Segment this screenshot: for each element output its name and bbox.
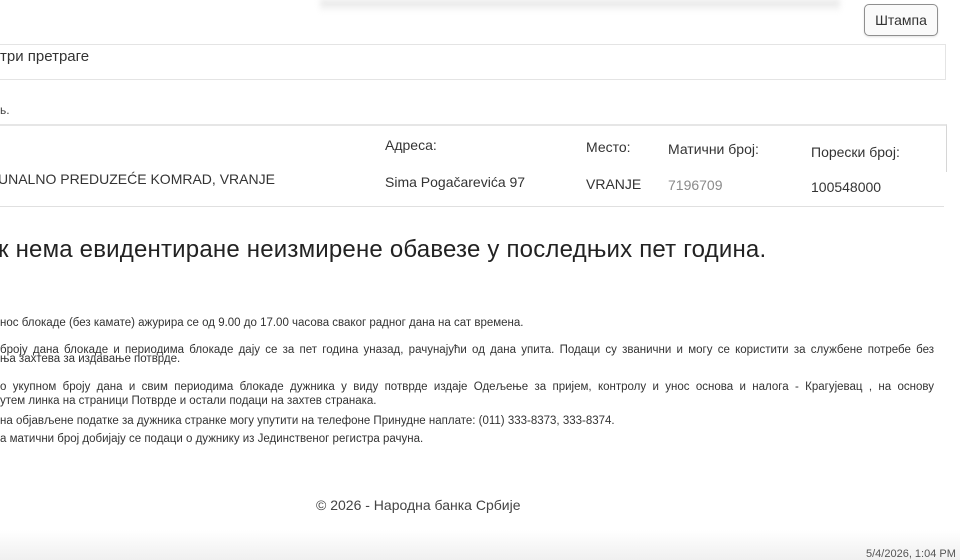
debtor-info-divider — [0, 206, 944, 207]
note-line: на објављене податке за дужника странке … — [0, 415, 615, 427]
debtor-name: UNALNO PREDUZEĆE KOMRAD, VRANJE — [0, 171, 275, 187]
note-line: а матични број добијају се подаци о дужн… — [0, 433, 424, 445]
note-line: ња захтева за издавање потврде. — [0, 353, 181, 365]
result-label: ь. — [0, 103, 10, 117]
note-line: нос блокаде (без камате) ажурира се од 9… — [0, 317, 524, 329]
tax-number-header: Порески број: — [811, 144, 900, 160]
search-params-bar[interactable] — [0, 44, 946, 80]
status-message: к нема евидентиране неизмирене обавезе у… — [0, 236, 767, 263]
footer-copyright: © 2026 - Народна банка Србије — [316, 497, 521, 513]
debtor-place: VRANJE — [586, 176, 642, 192]
note-line: утем линка на страници Потврде и остали … — [0, 395, 377, 407]
print-timestamp: 5/4/2026, 1:04 PM — [866, 548, 956, 560]
search-params-title: три претраге — [0, 48, 90, 65]
background-blur — [320, 0, 840, 12]
debtor-info-table — [0, 124, 947, 172]
debtor-tax-number: 100548000 — [811, 179, 882, 195]
place-header: Место: — [586, 139, 631, 155]
debtor-reg-number: 7196709 — [668, 177, 723, 193]
address-header: Адреса: — [385, 137, 437, 153]
reg-number-header: Матични број: — [668, 141, 759, 157]
debtor-address: Sima Pogačarevića 97 — [385, 174, 526, 190]
print-button[interactable]: Штампа — [864, 4, 938, 36]
note-line: о укупном броју дана и свим периодима бл… — [0, 381, 934, 393]
bottom-fade — [0, 530, 960, 560]
